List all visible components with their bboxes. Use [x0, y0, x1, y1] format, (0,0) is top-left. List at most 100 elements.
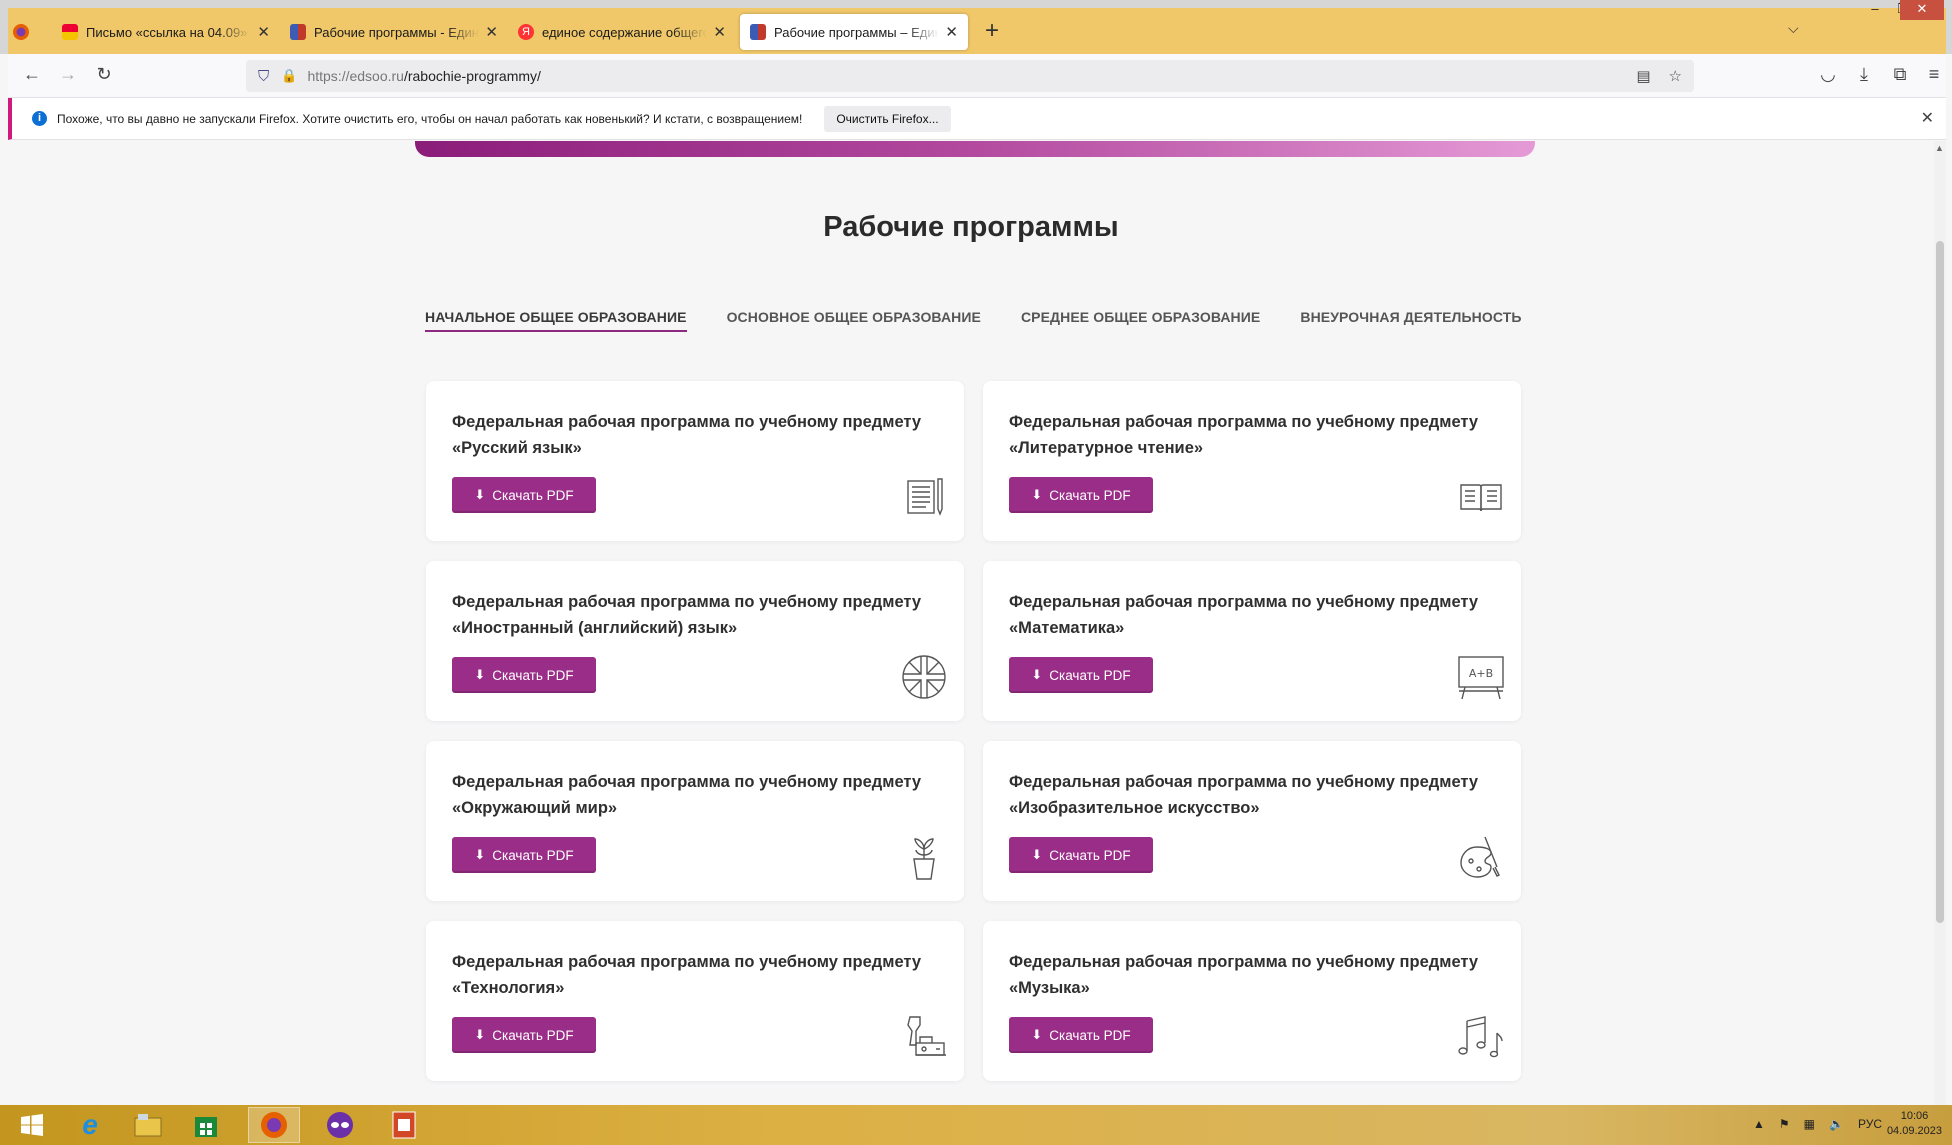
firefox-menu-icon[interactable] — [12, 14, 38, 50]
forward-icon[interactable]: → — [56, 64, 80, 85]
tab-strip: Письмо «ссылка на 04.09» — Я ✕ Рабочие п… — [0, 0, 1952, 54]
card-title: Федеральная рабочая программа по учебном… — [1009, 773, 1479, 817]
tab-programs-active[interactable]: Рабочие программы – Единое ✕ — [740, 14, 968, 50]
download-pdf-button[interactable]: ⬇ Скачать PDF — [1009, 657, 1153, 693]
download-icon: ⬇ — [1031, 847, 1043, 862]
program-card: Федеральная рабочая программа по учебном… — [426, 921, 964, 1081]
edsoo-icon — [750, 24, 766, 40]
new-tab-button[interactable]: + — [985, 16, 999, 46]
program-card: Федеральная рабочая программа по учебном… — [983, 921, 1521, 1081]
top-banner — [415, 141, 1535, 157]
system-clock[interactable]: 10:06 04.09.2023 — [1887, 1109, 1942, 1139]
tab-basic-education[interactable]: ОСНОВНОЕ ОБЩЕЕ ОБРАЗОВАНИЕ — [727, 309, 981, 332]
back-icon[interactable]: ← — [20, 64, 44, 85]
url-path: /rabochie-programmy/ — [403, 68, 541, 84]
volume-icon[interactable]: 🔈 — [1829, 1117, 1844, 1131]
pocket-icon[interactable]: ◡ — [1816, 64, 1840, 85]
card-title: Федеральная рабочая программа по учебном… — [452, 953, 922, 997]
close-icon[interactable]: ✕ — [1921, 108, 1934, 128]
navigation-toolbar: ← → ↻ ⛉ 🔒 https://edsoo.ru/rabochie-prog… — [8, 54, 1946, 98]
button-label: Скачать PDF — [492, 1027, 574, 1043]
card-title: Федеральная рабочая программа по учебном… — [452, 413, 922, 457]
button-label: Скачать PDF — [1049, 487, 1131, 503]
url-text[interactable]: https://edsoo.ru/rabochie-programmy/ — [307, 68, 540, 84]
plant-pot-icon — [913, 838, 935, 880]
info-icon: i — [32, 111, 47, 126]
windows-start-icon[interactable] — [6, 1107, 58, 1143]
card-title: Федеральная рабочая программа по учебном… — [1009, 413, 1479, 457]
download-icon: ⬇ — [474, 487, 486, 502]
system-tray: ▲ ⚑ ▦ 🔈 РУС — [1753, 1117, 1882, 1131]
page-title: Рабочие программы — [823, 211, 1119, 243]
lock-icon[interactable]: 🔒 — [281, 68, 297, 84]
button-label: Скачать PDF — [492, 847, 574, 863]
url-host: https://edsoo.ru — [307, 68, 404, 84]
button-label: Скачать PDF — [1049, 1027, 1131, 1043]
input-language[interactable]: РУС — [1858, 1117, 1882, 1131]
download-icon: ⬇ — [1031, 1027, 1043, 1042]
button-label: Скачать PDF — [492, 667, 574, 683]
page-content: Рабочие программы НАЧАЛЬНОЕ ОБЩЕЕ ОБРАЗО… — [8, 141, 1934, 1105]
tab-yandex-search[interactable]: Я единое содержание общего о ✕ — [508, 14, 736, 50]
presentation-app-icon[interactable] — [378, 1107, 430, 1143]
reader-view-icon[interactable]: ▤ — [1636, 67, 1650, 85]
hamburger-menu-icon[interactable]: ≡ — [1922, 64, 1946, 85]
close-tab-icon[interactable]: ✕ — [485, 23, 498, 41]
clock-time: 10:06 — [1900, 1110, 1929, 1122]
close-window-button[interactable]: ✕ — [1900, 0, 1944, 20]
refresh-firefox-button[interactable]: Очистить Firefox... — [824, 105, 951, 132]
download-pdf-button[interactable]: ⬇ Скачать PDF — [1009, 837, 1153, 873]
yandex-mail-icon — [62, 24, 78, 40]
download-pdf-button[interactable]: ⬇ Скачать PDF — [1009, 1017, 1153, 1053]
tab-mail[interactable]: Письмо «ссылка на 04.09» — Я ✕ — [52, 14, 280, 50]
file-explorer-icon[interactable] — [122, 1107, 174, 1143]
tab-title: Письмо «ссылка на 04.09» — Я — [86, 24, 251, 40]
music-notes-icon — [1458, 1016, 1503, 1058]
notification-text: Похоже, что вы давно не запускали Firefo… — [57, 111, 803, 126]
tab-primary-education[interactable]: НАЧАЛЬНОЕ ОБЩЕЕ ОБРАЗОВАНИЕ — [425, 309, 687, 332]
address-bar[interactable]: ⛉ 🔒 https://edsoo.ru/rabochie-programmy/… — [246, 60, 1694, 92]
browser-window: Письмо «ссылка на 04.09» — Я ✕ Рабочие п… — [0, 0, 1952, 1145]
download-pdf-button[interactable]: ⬇ Скачать PDF — [452, 657, 596, 693]
minimize-button[interactable]: – — [1860, 0, 1890, 20]
action-center-flag-icon[interactable]: ⚑ — [1779, 1117, 1790, 1131]
chevron-down-icon[interactable]: ⌵ — [1788, 20, 1799, 37]
card-title: Федеральная рабочая программа по учебном… — [452, 593, 922, 637]
download-pdf-button[interactable]: ⬇ Скачать PDF — [452, 837, 596, 873]
internet-explorer-icon[interactable]: e — [64, 1107, 116, 1143]
close-tab-icon[interactable]: ✕ — [257, 23, 270, 41]
close-tab-icon[interactable]: ✕ — [713, 23, 726, 41]
scroll-thumb[interactable] — [1936, 241, 1944, 923]
vertical-scrollbar[interactable]: ▲ — [1934, 141, 1946, 1105]
download-pdf-button[interactable]: ⬇ Скачать PDF — [452, 477, 596, 513]
windows-taskbar: e ▲ ⚑ ▦ 🔈 РУС 10:06 04.09.2023 — [0, 1105, 1952, 1145]
private-browsing-icon[interactable] — [314, 1107, 366, 1143]
download-icon: ⬇ — [474, 1027, 486, 1042]
tab-programs-1[interactable]: Рабочие программы - Единое ✕ — [280, 14, 508, 50]
store-icon[interactable] — [180, 1107, 232, 1143]
show-hidden-icons-icon[interactable]: ▲ — [1753, 1117, 1765, 1131]
card-title: Федеральная рабочая программа по учебном… — [1009, 953, 1479, 997]
download-icon: ⬇ — [474, 667, 486, 682]
tab-secondary-education[interactable]: СРЕДНЕЕ ОБЩЕЕ ОБРАЗОВАНИЕ — [1021, 309, 1260, 332]
download-icon: ⬇ — [1031, 487, 1043, 502]
extensions-icon[interactable]: ⧉ — [1888, 64, 1912, 85]
button-label: Скачать PDF — [1049, 667, 1131, 683]
firefox-taskbar-icon[interactable] — [248, 1107, 300, 1143]
download-pdf-button[interactable]: ⬇ Скачать PDF — [1009, 477, 1153, 513]
reload-icon[interactable]: ↻ — [92, 64, 116, 85]
shield-icon[interactable]: ⛉ — [258, 68, 269, 85]
tab-title: Рабочие программы – Единое — [774, 24, 940, 40]
program-card: Федеральная рабочая программа по учебном… — [983, 381, 1521, 541]
network-icon[interactable]: ▦ — [1804, 1117, 1815, 1131]
download-pdf-button[interactable]: ⬇ Скачать PDF — [452, 1017, 596, 1053]
tab-extracurricular[interactable]: ВНЕУРОЧНАЯ ДЕЯТЕЛЬНОСТЬ — [1300, 309, 1521, 332]
yandex-search-icon: Я — [518, 24, 534, 40]
clock-date: 04.09.2023 — [1886, 1125, 1942, 1137]
download-icon[interactable]: ⤓ — [1852, 64, 1876, 85]
scroll-up-arrow-icon[interactable]: ▲ — [1935, 143, 1944, 153]
bookmark-star-icon[interactable]: ☆ — [1669, 67, 1682, 85]
close-tab-icon[interactable]: ✕ — [945, 23, 958, 41]
download-icon: ⬇ — [1031, 667, 1043, 682]
uk-flag-circle-icon — [902, 655, 946, 699]
